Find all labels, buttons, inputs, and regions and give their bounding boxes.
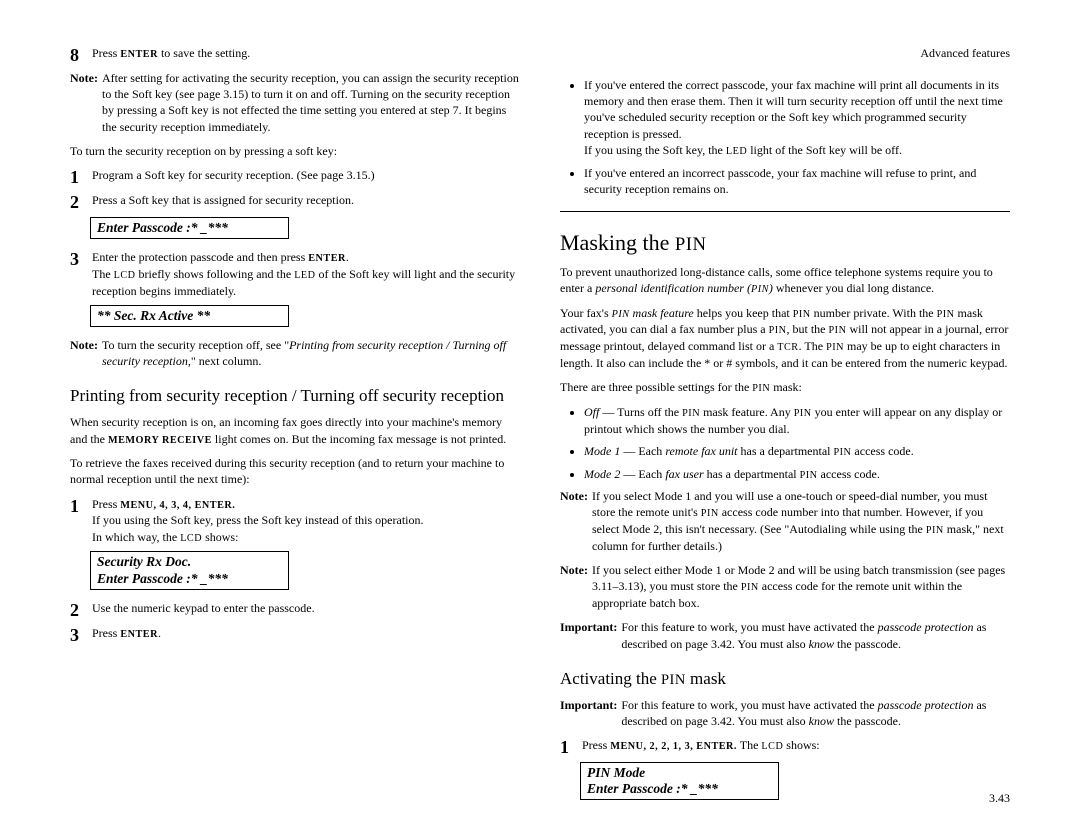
list-item: Mode 1 — Each remote fax unit has a depa… <box>584 443 1010 460</box>
lcd-display: Enter Passcode :* _*** <box>90 217 289 239</box>
header-section: Advanced features <box>920 45 1010 61</box>
paragraph: There are three possible settings for th… <box>560 379 1010 396</box>
heading-masking-pin: Masking the PIN <box>560 228 1010 258</box>
note-body: If you select Mode 1 and you will use a … <box>592 488 1010 554</box>
step-number: 3 <box>70 249 86 299</box>
right-column: If you've entered the correct passcode, … <box>560 45 1010 804</box>
note-label: Important: <box>560 697 617 729</box>
paragraph: When security reception is on, an incomi… <box>70 414 520 447</box>
note-label: Note: <box>70 337 98 369</box>
subheading-printing: Printing from security reception / Turni… <box>70 385 520 408</box>
paragraph: To prevent unauthorized long-distance ca… <box>560 264 1010 297</box>
paragraph: To retrieve the faxes received during th… <box>70 455 520 487</box>
softkey-step-3: 3 Enter the protection passcode and then… <box>70 249 520 299</box>
step-text: Use the numeric keypad to enter the pass… <box>92 600 520 619</box>
important-note: Important: For this feature to work, you… <box>560 697 1010 729</box>
important-note: Important: For this feature to work, you… <box>560 619 1010 651</box>
lcd-display: ** Sec. Rx Active ** <box>90 305 289 327</box>
note-body: For this feature to work, you must have … <box>621 697 1010 729</box>
step-text: Press ENTER. <box>92 625 520 644</box>
lcd-display: Security Rx Doc. Enter Passcode :* _*** <box>90 551 289 589</box>
step-number: 1 <box>70 167 86 186</box>
softkey-step-2: 2 Press a Soft key that is assigned for … <box>70 192 520 211</box>
print-step-2: 2 Use the numeric keypad to enter the pa… <box>70 600 520 619</box>
list-item: If you've entered the correct passcode, … <box>584 77 1010 159</box>
note-label: Note: <box>70 70 98 135</box>
print-step-3: 3 Press ENTER. <box>70 625 520 644</box>
subheading-activating: Activating the PIN mask <box>560 668 1010 691</box>
note-label: Note: <box>560 562 588 611</box>
page-number: 3.43 <box>989 790 1010 806</box>
activate-step-1: 1 Press MENU, 2, 2, 1, 3, ENTER. The LCD… <box>560 737 1010 756</box>
step-text: Press ENTER to save the setting. <box>92 45 520 64</box>
list-item: Off — Turns off the PIN mask feature. An… <box>584 404 1010 437</box>
lcd-display: PIN Mode Enter Passcode :* _*** <box>580 762 779 800</box>
intro-text: To turn the security reception on by pre… <box>70 143 520 159</box>
note-label: Important: <box>560 619 617 651</box>
step-number: 1 <box>70 496 86 546</box>
softkey-step-1: 1 Program a Soft key for security recept… <box>70 167 520 186</box>
note: Note: After setting for activating the s… <box>70 70 520 135</box>
left-column: 8 Press ENTER to save the setting. Note:… <box>70 45 520 804</box>
note-label: Note: <box>560 488 588 554</box>
options-list: Off — Turns off the PIN mask feature. An… <box>560 404 1010 482</box>
note-body: After setting for activating the securit… <box>102 70 520 135</box>
step-text: Program a Soft key for security receptio… <box>92 167 520 186</box>
step-8: 8 Press ENTER to save the setting. <box>70 45 520 64</box>
step-number: 3 <box>70 625 86 644</box>
note: Note: If you select either Mode 1 or Mod… <box>560 562 1010 611</box>
step-number: 8 <box>70 45 86 64</box>
step-number: 2 <box>70 192 86 211</box>
bullet-list: If you've entered the correct passcode, … <box>560 77 1010 197</box>
note: Note: To turn the security reception off… <box>70 337 520 369</box>
note-body: For this feature to work, you must have … <box>621 619 1010 651</box>
list-item: If you've entered an incorrect passcode,… <box>584 165 1010 197</box>
step-text: Press MENU, 2, 2, 1, 3, ENTER. The LCD s… <box>582 737 1010 756</box>
step-text: Press MENU, 4, 3, 4, ENTER. If you using… <box>92 496 520 546</box>
note-body: To turn the security reception off, see … <box>102 337 520 369</box>
step-number: 1 <box>560 737 576 756</box>
note-body: If you select either Mode 1 or Mode 2 an… <box>592 562 1010 611</box>
step-number: 2 <box>70 600 86 619</box>
step-text: Enter the protection passcode and then p… <box>92 249 520 299</box>
paragraph: Your fax's PIN mask feature helps you ke… <box>560 305 1010 371</box>
list-item: Mode 2 — Each fax user has a departmenta… <box>584 466 1010 483</box>
print-step-1: 1 Press MENU, 4, 3, 4, ENTER. If you usi… <box>70 496 520 546</box>
note: Note: If you select Mode 1 and you will … <box>560 488 1010 554</box>
step-text: Press a Soft key that is assigned for se… <box>92 192 520 211</box>
divider <box>560 211 1010 212</box>
